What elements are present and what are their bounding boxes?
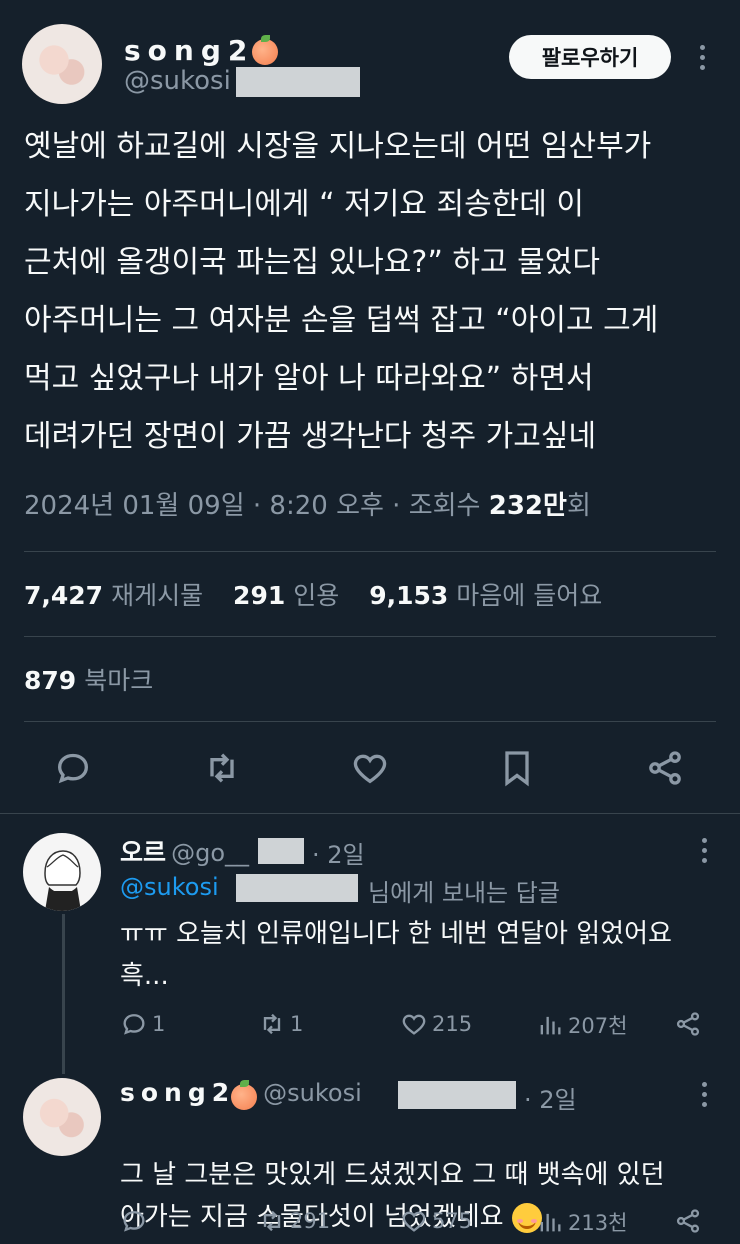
views-count: 232만 <box>488 491 567 521</box>
reply-avatar[interactable] <box>23 833 101 911</box>
divider <box>24 636 716 637</box>
bookmark-stats: 879 북마크 <box>24 661 175 697</box>
author-name-text: song2 <box>124 34 255 67</box>
reply1-retweet-count: 1 <box>290 1012 304 1036</box>
reply1-text: ㅠㅠ 오늘치 인류애입니다 한 네번 연달아 읽었어요 흑... <box>120 919 672 991</box>
likes-label[interactable]: 마음에 들어요 <box>456 581 602 610</box>
more-options-icon[interactable] <box>701 1082 707 1107</box>
reply1-time[interactable]: · 2일 <box>312 835 365 870</box>
reply1-reply-button[interactable]: 1 <box>120 1010 165 1038</box>
redaction-box <box>398 1081 516 1109</box>
likes-count[interactable]: 9,153 <box>369 581 448 610</box>
bookmark-icon[interactable] <box>497 748 537 788</box>
analytics-icon <box>540 1213 561 1232</box>
reply-avatar[interactable] <box>23 1078 101 1156</box>
reply2-retweet-button[interactable]: 291 <box>258 1207 330 1235</box>
reply2-name[interactable]: song2 <box>120 1078 235 1107</box>
reply2-share-button[interactable] <box>674 1207 702 1235</box>
quotes-count[interactable]: 291 <box>233 581 285 610</box>
divider <box>24 551 716 552</box>
reply1-like-count: 215 <box>432 1012 473 1036</box>
more-options-icon[interactable] <box>699 45 705 70</box>
reply-icon <box>123 1211 145 1232</box>
reply2-header: song2 @sukosi <box>120 1078 362 1110</box>
redaction-box <box>236 67 360 97</box>
like-icon <box>402 1211 426 1232</box>
quotes-label[interactable]: 인용 <box>293 581 339 610</box>
peach-emoji-icon <box>231 1079 258 1110</box>
retweet-icon <box>263 1210 281 1232</box>
retweet-icon[interactable] <box>202 748 242 788</box>
like-icon[interactable] <box>350 748 390 788</box>
redaction-box <box>236 874 358 902</box>
more-options-icon[interactable] <box>701 838 707 863</box>
anime-avatar-icon <box>44 850 81 911</box>
reply-icon[interactable] <box>53 748 93 788</box>
author-handle[interactable]: @sukosi <box>124 66 231 96</box>
share-icon[interactable] <box>645 748 685 788</box>
reply2-views-button[interactable]: 213천 <box>536 1207 627 1237</box>
bookmarks-count[interactable]: 879 <box>24 666 76 695</box>
reply1-like-button[interactable]: 215 <box>400 1010 472 1038</box>
like-icon <box>402 1014 426 1035</box>
timestamp-text: 2024년 01월 09일 · 8:20 오후 · 조회수 <box>24 491 489 521</box>
reply2-like-count: 575 <box>432 1209 473 1233</box>
share-icon <box>676 1209 700 1233</box>
views-suffix: 회 <box>566 491 591 521</box>
follow-button[interactable]: 팔로우하기 <box>509 35 671 79</box>
reply2-like-button[interactable]: 575 <box>400 1207 472 1235</box>
engagement-stats: 7,427 재게시물 291 인용 9,153 마음에 들어요 <box>24 576 624 612</box>
reply1-views-button[interactable]: 207천 <box>536 1010 627 1040</box>
retweets-count[interactable]: 7,427 <box>24 581 103 610</box>
replying-to-handle[interactable]: @sukosi <box>120 873 219 901</box>
tweet-meta: 2024년 01월 09일 · 8:20 오후 · 조회수 232만회 <box>24 485 591 522</box>
divider <box>24 721 716 722</box>
reply-icon <box>123 1014 145 1035</box>
retweets-label[interactable]: 재게시물 <box>111 581 203 610</box>
reply1-reply-count: 1 <box>152 1012 166 1036</box>
reply1-header: 오르 @go__ <box>120 833 249 869</box>
share-icon <box>676 1012 700 1036</box>
replying-to-suffix: 님에게 보내는 답글 <box>368 879 560 907</box>
redaction-box <box>258 838 304 864</box>
analytics-icon <box>540 1016 561 1035</box>
reply1-handle[interactable]: @go__ <box>171 839 249 867</box>
reply1-name[interactable]: 오르 <box>120 838 166 867</box>
reply2-reply-button[interactable] <box>120 1207 152 1235</box>
thread-line <box>62 914 65 1074</box>
bookmarks-label[interactable]: 북마크 <box>84 666 153 695</box>
retweet-icon <box>263 1013 281 1035</box>
reply1-retweet-button[interactable]: 1 <box>258 1010 303 1038</box>
reply2-retweet-count: 291 <box>290 1209 331 1233</box>
reply2-views-count: 213천 <box>568 1211 628 1235</box>
reply1-views-count: 207천 <box>568 1014 628 1038</box>
reply2-time[interactable]: · 2일 <box>524 1080 577 1115</box>
author-name[interactable]: song2 <box>124 34 279 67</box>
tweet-text: 옛날에 하교길에 시장을 지나오는데 어떤 임산부가 지나가는 아주머니에게 “… <box>24 129 659 454</box>
reply1-share-button[interactable] <box>674 1010 702 1038</box>
peach-emoji-icon <box>252 35 279 65</box>
author-avatar[interactable] <box>22 24 102 104</box>
divider <box>0 813 740 814</box>
reply2-handle[interactable]: @sukosi <box>263 1079 362 1107</box>
